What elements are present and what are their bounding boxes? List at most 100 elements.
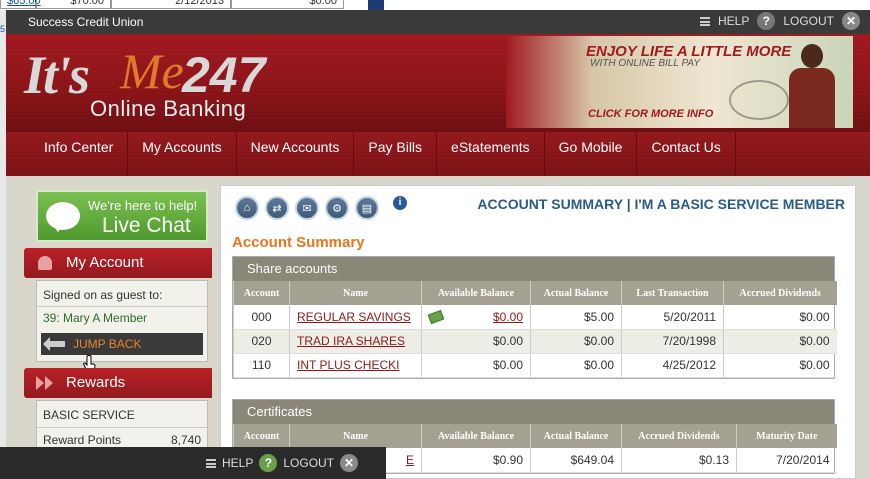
share-accounts-title: Share accounts [233, 257, 834, 281]
nav-new-accounts[interactable]: New Accounts [237, 132, 355, 176]
available-balance: $0.90 [421, 448, 531, 473]
live-chat-button[interactable]: We're here to help! Live Chat [36, 190, 208, 242]
guest-info-box: Signed on as guest to: 39: Mary A Member… [36, 280, 208, 362]
nav-contact-us[interactable]: Contact Us [637, 132, 736, 176]
background-cell-balance: $0.00 [231, 0, 344, 9]
top-tools: HELP ? LOGOUT ✕ [699, 12, 860, 30]
accrued-dividends: $0.00 [723, 329, 837, 354]
money-icon[interactable] [427, 309, 445, 324]
col-maturity-date: Maturity Date [736, 424, 837, 448]
main-nav: Info Center My Accounts New Accounts Pay… [6, 132, 870, 176]
overlay-bottom-bar: HELP ? LOGOUT ✕ [0, 447, 386, 479]
table-row: 000 REGULAR SAVINGS $0.00 $5.00 5/20/201… [233, 305, 837, 330]
col-account: Account [233, 281, 290, 305]
help-link[interactable]: HELP [222, 456, 253, 470]
double-chevron-icon [36, 376, 56, 390]
logout-link[interactable]: LOGOUT [783, 14, 834, 28]
itsme247-logo[interactable]: It's Me 247 Online Banking [24, 43, 284, 121]
accrued-dividends: $0.00 [723, 305, 837, 330]
help-icon[interactable]: ? [757, 12, 776, 30]
background-cell-value: $70.00 [36, 0, 111, 9]
promo-banner[interactable]: ENJOY LIFE A LITTLE MORE WITH ONLINE BIL… [506, 36, 853, 128]
signed-on-label: Signed on as guest to: [43, 288, 163, 302]
background-table-row: $65.00 $70.00 2/12/2013 $0.00 [0, 0, 344, 9]
account-link[interactable]: INT PLUS CHECKI [297, 358, 399, 372]
background-window-edge [368, 0, 384, 10]
mail-icon[interactable]: ✉ [295, 196, 319, 220]
table-header-row: Account Name Available Balance Actual Ba… [233, 424, 837, 448]
table-row: 110 INT PLUS CHECKI $0.00 $0.00 4/25/201… [233, 353, 837, 378]
user-icon [38, 256, 52, 270]
account-name: REGULAR SAVINGS [289, 305, 422, 330]
table-header-row: Account Name Available Balance Actual Ba… [233, 281, 837, 305]
promo-person-photo [783, 42, 839, 128]
nav-my-accounts[interactable]: My Accounts [128, 132, 237, 176]
print-icon[interactable]: ▤ [355, 196, 379, 220]
logo-its: It's [24, 45, 90, 105]
nav-pay-bills[interactable]: Pay Bills [354, 132, 438, 176]
nav-go-mobile[interactable]: Go Mobile [545, 132, 638, 176]
last-transaction: 7/20/1998 [621, 329, 724, 354]
divider [37, 306, 207, 307]
chat-bubble-icon [46, 202, 80, 232]
transfer-icon[interactable]: ⇄ [265, 196, 289, 220]
maturity-date: 7/20/2014 [736, 448, 837, 473]
actual-balance: $649.04 [530, 448, 622, 473]
accrued-dividends: $0.00 [723, 353, 837, 378]
actual-balance: $5.00 [530, 305, 622, 330]
col-account: Account [233, 424, 290, 448]
account-link[interactable]: TRAD IRA SHARES [297, 334, 405, 348]
background-cell-amount[interactable]: $65.00 [0, 0, 41, 9]
home-icon[interactable]: ⌂ [235, 196, 259, 220]
logout-link[interactable]: LOGOUT [283, 456, 334, 470]
rewards-header[interactable]: Rewards [24, 368, 212, 398]
available-balance: $0.00 [421, 305, 531, 330]
actual-balance: $0.00 [530, 353, 622, 378]
jump-back-button[interactable]: JUMP BACK [41, 333, 203, 355]
account-name: TRAD IRA SHARES [289, 329, 422, 354]
accrued-dividends: $0.13 [621, 448, 737, 473]
logo-me: Me [120, 43, 184, 99]
top-bar: Success Credit Union HELP ? LOGOUT ✕ [6, 10, 870, 34]
my-account-label: My Account [66, 254, 144, 271]
account-number: 020 [233, 329, 290, 354]
reward-points-value: 8,740 [170, 433, 201, 447]
my-account-header[interactable]: My Account [24, 248, 212, 278]
actual-balance: $0.00 [530, 329, 622, 354]
available-balance: $0.00 [421, 329, 531, 354]
share-accounts-table: Account Name Available Balance Actual Ba… [233, 281, 837, 378]
menu-icon[interactable] [206, 458, 216, 468]
left-sidebar: We're here to help! Live Chat My Account… [24, 190, 212, 479]
account-number: 110 [233, 353, 290, 378]
toolbar: ⌂ ⇄ ✉ ⚙ ▤ [235, 196, 379, 220]
logout-icon[interactable]: ✕ [340, 454, 359, 472]
member-name: 39: Mary A Member [43, 311, 148, 325]
account-link[interactable]: REGULAR SAVINGS [297, 310, 411, 324]
available-balance-link[interactable]: $0.00 [493, 310, 523, 324]
promo-cta[interactable]: CLICK FOR MORE INFO [588, 108, 713, 120]
banking-app-window: Success Credit Union HELP ? LOGOUT ✕ It'… [6, 10, 870, 479]
last-transaction: 4/25/2012 [621, 353, 724, 378]
table-row: 020 TRAD IRA SHARES $0.00 $0.00 7/20/199… [233, 329, 837, 354]
info-icon[interactable]: i [393, 196, 407, 210]
account-name: INT PLUS CHECKI [289, 353, 422, 378]
col-available-balance: Available Balance [421, 281, 531, 305]
col-accrued-dividends: Accrued Dividends [723, 281, 837, 305]
bicycle-graphic [729, 80, 789, 120]
account-link[interactable]: E [406, 453, 414, 467]
col-actual-balance: Actual Balance [530, 281, 622, 305]
settings-icon[interactable]: ⚙ [325, 196, 349, 220]
logout-icon[interactable]: ✕ [842, 12, 860, 30]
help-link[interactable]: HELP [718, 14, 749, 28]
nav-estatements[interactable]: eStatements [437, 132, 545, 176]
help-icon[interactable]: ? [259, 454, 278, 472]
site-header: It's Me 247 Online Banking ENJOY LIFE A … [6, 34, 870, 132]
menu-icon[interactable] [699, 16, 710, 26]
bottom-tools: HELP ? LOGOUT ✕ [206, 454, 359, 472]
rewards-label: Rewards [66, 374, 126, 391]
background-window: $65.00 $70.00 2/12/2013 $0.00 [0, 0, 870, 10]
jump-back-label: JUMP BACK [73, 337, 142, 351]
livechat-label: Live Chat [102, 214, 191, 237]
col-available-balance: Available Balance [421, 424, 531, 448]
nav-info-center[interactable]: Info Center [30, 132, 129, 176]
